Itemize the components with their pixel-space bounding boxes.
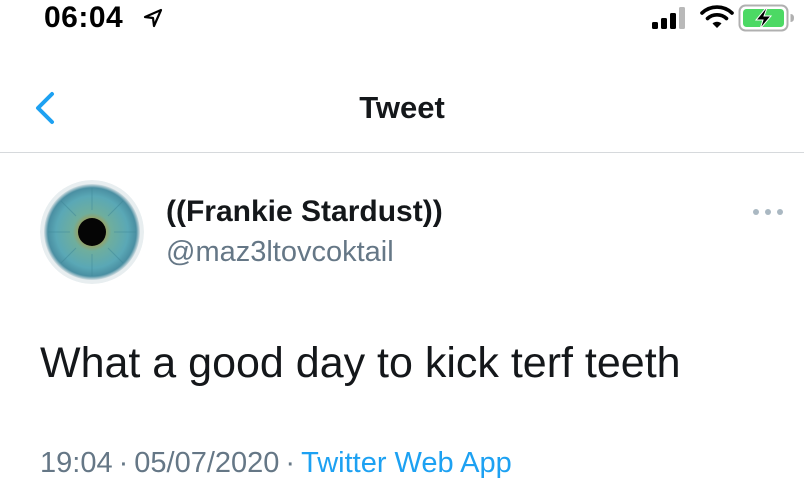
battery-charging-icon — [738, 4, 794, 32]
eye-avatar-image — [40, 180, 144, 284]
location-arrow-icon — [143, 8, 163, 28]
status-time: 06:04 — [44, 1, 124, 34]
avatar[interactable] — [40, 180, 144, 284]
tweet-meta: 19:04 · 05/07/2020 · Twitter Web App — [40, 444, 512, 482]
meta-separator: · — [285, 447, 296, 479]
meta-separator: · — [118, 447, 129, 479]
cellular-signal-icon — [652, 7, 685, 29]
user-handle[interactable]: @maz3ltovcoktail — [166, 235, 394, 269]
tweet-detail-screen: 06:04 Tweet ((Frankie Stardust)) @maz3lt… — [0, 0, 804, 492]
page-title: Tweet — [359, 90, 445, 125]
tweet-time: 19:04 — [40, 447, 113, 479]
display-name[interactable]: ((Frankie Stardust)) — [166, 195, 443, 229]
tweet-date: 05/07/2020 — [134, 447, 280, 479]
nav-bar: Tweet — [0, 60, 804, 153]
wifi-icon — [700, 5, 734, 28]
more-horizontal-icon[interactable] — [750, 200, 786, 224]
status-bar: 06:04 — [0, 0, 804, 40]
tweet-text: What a good day to kick terf teeth — [40, 339, 681, 387]
tweet-source-link[interactable]: Twitter Web App — [301, 447, 512, 479]
